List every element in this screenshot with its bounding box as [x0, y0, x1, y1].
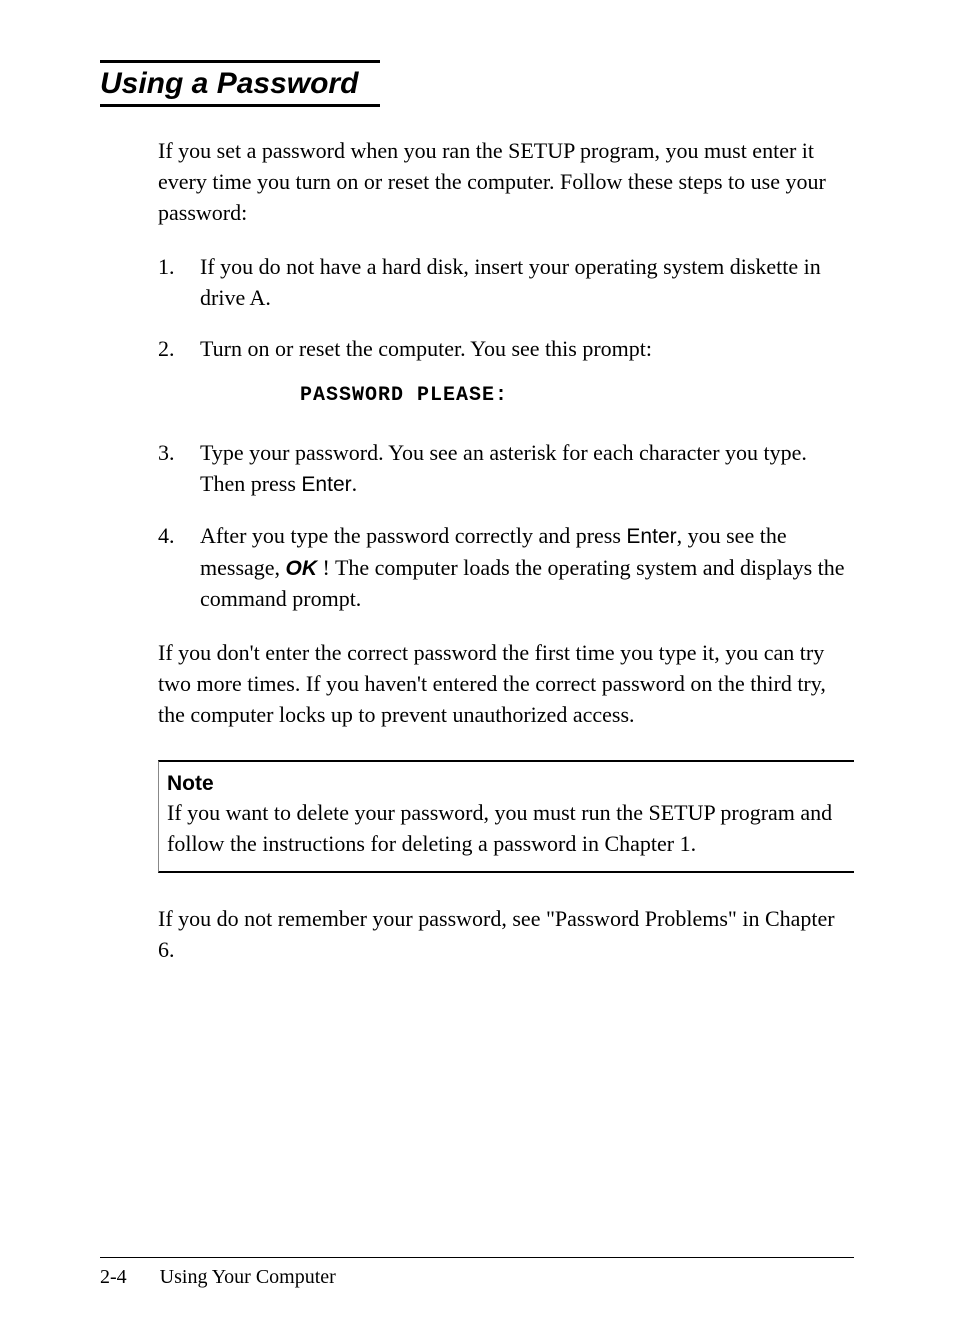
note-box: Note If you want to delete your password… [158, 760, 854, 873]
list-number: 2. [158, 333, 200, 417]
list-number: 3. [158, 437, 200, 500]
section-heading: Using a Password [100, 60, 380, 107]
ordered-list: 1. If you do not have a hard disk, inser… [158, 251, 854, 615]
list-number: 4. [158, 520, 200, 615]
note-body: If you want to delete your password, you… [167, 798, 840, 859]
step-text: After you type the password correctly an… [200, 523, 626, 548]
list-item: 2. Turn on or reset the computer. You se… [158, 333, 854, 417]
intro-paragraph: If you set a password when you ran the S… [158, 135, 854, 229]
page-number: 2-4 [100, 1266, 127, 1289]
step-text: Type your password. You see an asterisk … [200, 440, 807, 496]
page-footer: 2-4 Using Your Computer [100, 1257, 854, 1289]
key-label: Enter [626, 525, 676, 548]
list-content: Type your password. You see an asterisk … [200, 437, 854, 500]
ok-message: OK [286, 557, 318, 580]
list-number: 1. [158, 251, 200, 313]
step-text: . [352, 471, 358, 496]
list-item: 1. If you do not have a hard disk, inser… [158, 251, 854, 313]
note-heading: Note [167, 772, 840, 796]
list-content: If you do not have a hard disk, insert y… [200, 251, 854, 313]
warning-paragraph: If you don't enter the correct password … [158, 637, 854, 731]
footer-title: Using Your Computer [160, 1266, 336, 1289]
list-item: 4. After you type the password correctly… [158, 520, 854, 615]
step-text: Turn on or reset the computer. You see t… [200, 336, 652, 361]
key-label: Enter [301, 473, 351, 496]
code-prompt: PASSWORD PLEASE: [300, 382, 854, 410]
list-content: Turn on or reset the computer. You see t… [200, 333, 854, 417]
closing-paragraph: If you do not remember your password, se… [158, 903, 854, 965]
list-item: 3. Type your password. You see an asteri… [158, 437, 854, 500]
list-content: After you type the password correctly an… [200, 520, 854, 615]
